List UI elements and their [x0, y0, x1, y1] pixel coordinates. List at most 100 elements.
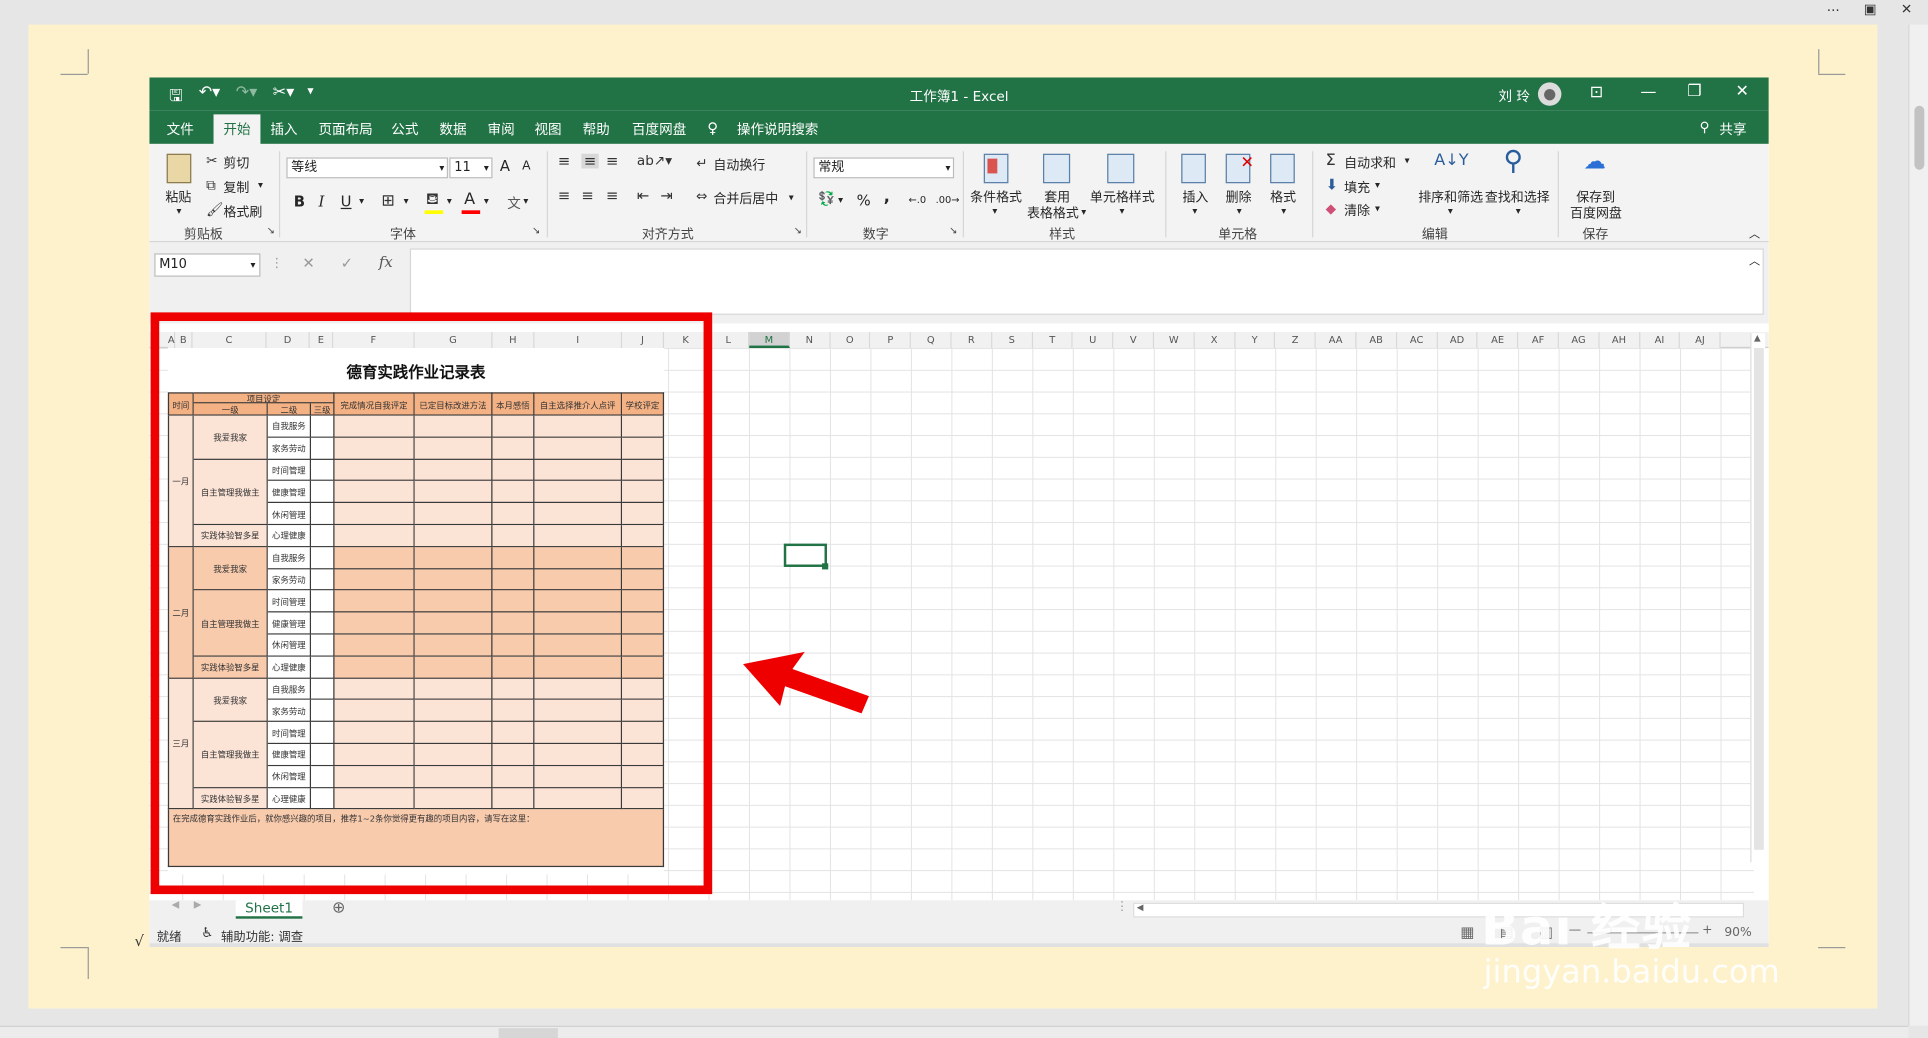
chevron-down-icon[interactable]: ▾ [1192, 205, 1197, 216]
baidu-netdisk-icon[interactable]: ☁ [1584, 151, 1606, 173]
column-header-z[interactable]: Z [1275, 332, 1317, 349]
chevron-down-icon[interactable]: ▾ [177, 205, 182, 216]
conditional-format-button[interactable]: 条件格式 [970, 188, 1022, 206]
tab-baidu-netdisk[interactable]: 百度网盘 [632, 119, 686, 139]
fill-handle[interactable] [822, 563, 829, 570]
column-header-p[interactable]: P [870, 332, 912, 349]
autosum-button[interactable]: 自动求和 [1344, 154, 1396, 172]
clear-button[interactable]: 清除 [1344, 202, 1370, 220]
format-painter-icon[interactable]: 🖌 [206, 203, 223, 217]
chevron-down-icon[interactable]: ▾ [359, 196, 364, 207]
next-sheet-icon[interactable]: ▶ [194, 899, 202, 910]
shrink-font-button[interactable]: A [522, 160, 530, 174]
format-table-button-line2[interactable]: 表格格式 [1027, 204, 1079, 222]
column-header-ab[interactable]: AB [1356, 332, 1397, 349]
format-cells-icon[interactable] [1270, 153, 1295, 184]
formula-input[interactable] [409, 248, 1764, 315]
chevron-down-icon[interactable]: ▾ [258, 180, 263, 191]
font-name-field[interactable]: 等线 ▾ [286, 157, 449, 179]
column-header-aj[interactable]: AJ [1680, 332, 1721, 349]
align-top-icon[interactable]: ≡ [558, 154, 570, 169]
delete-cells-button[interactable]: 删除 [1226, 188, 1252, 206]
increase-decimal-icon[interactable]: ←.0 [908, 194, 926, 205]
chevron-down-icon[interactable]: ▾ [484, 196, 489, 207]
copy-button[interactable]: 复制 [223, 178, 249, 196]
align-right-icon[interactable]: ≡ [606, 188, 618, 203]
enter-icon[interactable]: ✓ [341, 255, 353, 272]
column-header-ac[interactable]: AC [1396, 332, 1438, 349]
scroll-thumb[interactable] [1914, 105, 1925, 170]
fill-button[interactable]: 填充 [1344, 178, 1370, 196]
align-middle-icon[interactable]: ≡ [581, 153, 599, 169]
tab-view[interactable]: 视图 [534, 119, 561, 139]
column-header-y[interactable]: Y [1235, 332, 1276, 349]
italic-button[interactable]: I [318, 193, 324, 210]
sort-filter-icon[interactable]: A↓Y [1434, 153, 1468, 169]
column-header-x[interactable]: X [1194, 332, 1236, 349]
comma-button[interactable]: , [884, 188, 890, 206]
percent-button[interactable]: % [857, 192, 871, 209]
customize-qat-icon[interactable]: ▾ [307, 85, 313, 99]
column-header-af[interactable]: AF [1518, 332, 1559, 349]
paste-icon[interactable] [166, 153, 192, 184]
search-icon[interactable]: ⚲ [1503, 148, 1523, 176]
accessibility-status[interactable]: 辅助功能: 调查 [221, 926, 303, 945]
save-icon[interactable]: 🖫 [169, 85, 183, 112]
eraser-icon[interactable]: ◆ [1326, 202, 1336, 216]
column-header-t[interactable]: T [1032, 332, 1074, 349]
undo-icon[interactable]: ↶▾ [199, 84, 221, 102]
tab-help[interactable]: 帮助 [583, 119, 610, 139]
chevron-down-icon[interactable]: ▾ [1120, 205, 1125, 216]
chevron-down-icon[interactable]: ▾ [523, 196, 528, 207]
add-sheet-icon[interactable]: ⊕ [332, 899, 345, 917]
dialog-launcher-icon[interactable]: ↘ [532, 225, 540, 236]
selected-cell-m10[interactable] [783, 543, 827, 567]
column-header-ai[interactable]: AI [1639, 332, 1681, 349]
column-header-ag[interactable]: AG [1558, 332, 1600, 349]
normal-view-icon[interactable]: ▦ [1460, 924, 1474, 941]
copy-icon[interactable]: ⧉ [206, 178, 216, 192]
avatar[interactable]: ● [1537, 82, 1562, 106]
chevron-down-icon[interactable]: ▾ [789, 192, 794, 203]
align-center-icon[interactable]: ≡ [581, 188, 593, 203]
tab-data[interactable]: 数据 [439, 119, 466, 139]
column-header-q[interactable]: Q [911, 332, 952, 349]
save-netdisk-line2[interactable]: 百度网盘 [1570, 204, 1622, 222]
chevron-down-icon[interactable]: ▾ [447, 196, 452, 207]
currency-icon[interactable]: 💱 [818, 192, 835, 206]
font-color-button[interactable]: A [464, 191, 475, 209]
more-icon[interactable]: ··· [1827, 2, 1840, 18]
word-horizontal-scrollbar[interactable] [0, 1025, 1909, 1038]
close-icon[interactable]: ✕ [1901, 1, 1912, 17]
zoom-level[interactable]: 90% [1724, 926, 1751, 940]
cancel-icon[interactable]: ✕ [302, 255, 314, 272]
chevron-down-icon[interactable]: ▾ [1237, 205, 1242, 216]
font-size-field[interactable]: 11 ▾ [449, 157, 493, 179]
collapse-ribbon-icon[interactable]: ︿ [1749, 225, 1760, 241]
chevron-down-icon[interactable]: ▾ [992, 205, 997, 216]
insert-cells-icon[interactable] [1181, 153, 1206, 184]
tab-review[interactable]: 审阅 [488, 119, 515, 139]
fill-color-icon[interactable]: ⛾ [426, 192, 439, 208]
paste-button[interactable]: 粘贴 [165, 188, 191, 206]
chevron-down-icon[interactable]: ▾ [1405, 155, 1410, 166]
dialog-launcher-icon[interactable]: ↘ [267, 225, 275, 236]
collapse-formula-icon[interactable]: ︿ [1749, 252, 1760, 268]
fill-down-icon[interactable]: ⬇ [1326, 177, 1338, 192]
dialog-launcher-icon[interactable]: ↘ [949, 225, 957, 236]
column-header-o[interactable]: O [830, 332, 871, 349]
close-icon[interactable]: ✕ [1735, 82, 1748, 100]
minimize-icon[interactable]: — [1640, 84, 1656, 102]
dialog-launcher-icon[interactable]: ↘ [794, 225, 802, 236]
decrease-decimal-icon[interactable]: .00→ [936, 194, 960, 205]
cut-button[interactable]: 剪切 [223, 154, 249, 172]
column-header-s[interactable]: S [992, 332, 1033, 349]
align-bottom-icon[interactable]: ≡ [606, 154, 618, 169]
align-left-icon[interactable]: ≡ [558, 188, 570, 203]
tab-insert[interactable]: 插入 [270, 119, 297, 139]
sigma-icon[interactable]: Σ [1326, 153, 1336, 169]
tab-formulas[interactable]: 公式 [391, 119, 418, 139]
chevron-down-icon[interactable]: ▾ [1281, 205, 1286, 216]
cell-styles-icon[interactable] [1107, 153, 1135, 184]
word-vertical-scrollbar[interactable] [1908, 24, 1928, 1026]
